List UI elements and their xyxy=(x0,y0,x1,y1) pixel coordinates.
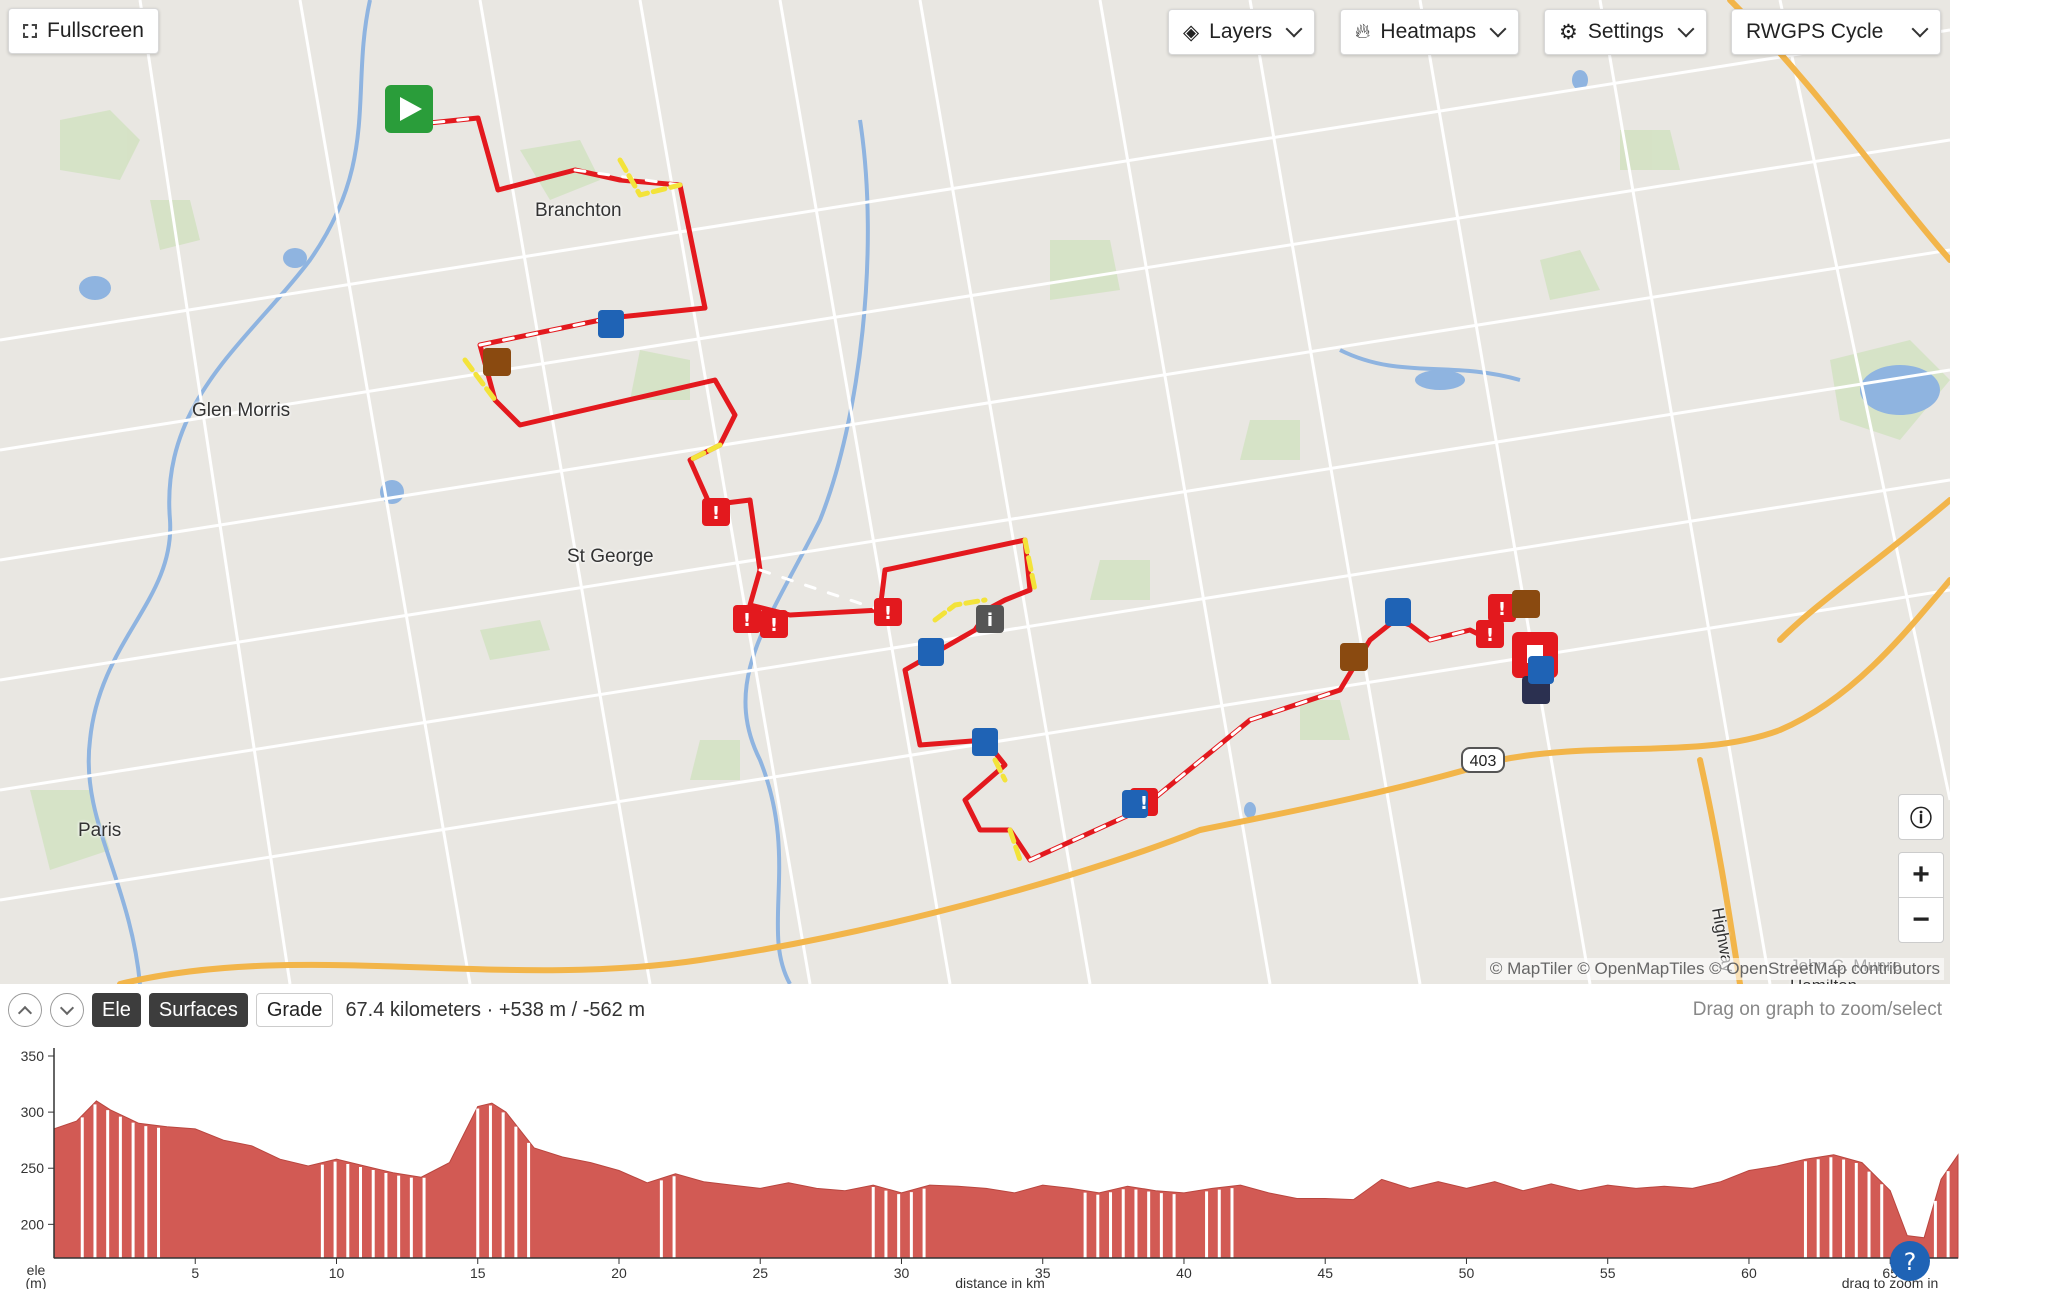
poi-marker xyxy=(598,310,624,338)
y-tick-label: 300 xyxy=(21,1104,45,1120)
place-label: Branchton xyxy=(535,200,622,221)
place-label: St George xyxy=(567,546,654,567)
y-tick-label: 250 xyxy=(21,1160,45,1176)
settings-button[interactable]: ⚙ Settings xyxy=(1544,9,1707,55)
x-axis-label: distance in km xyxy=(955,1275,1044,1289)
y-tick-label: 350 xyxy=(21,1048,45,1064)
map-style-label: RWGPS Cycle xyxy=(1746,20,1884,43)
expand-up-button[interactable] xyxy=(8,993,42,1027)
help-button[interactable]: ? xyxy=(1890,1241,1930,1281)
graph-hint: Drag on graph to zoom/select xyxy=(1692,999,1942,1020)
svg-text:!: ! xyxy=(1486,625,1494,646)
fullscreen-label: Fullscreen xyxy=(47,19,144,42)
collapse-down-button[interactable] xyxy=(50,993,84,1027)
svg-text:i: i xyxy=(987,610,993,631)
y-axis-label: ele (m) xyxy=(26,1262,47,1289)
svg-text:!: ! xyxy=(884,603,892,624)
chevron-up-icon xyxy=(17,1005,33,1020)
svg-text:!: ! xyxy=(1140,793,1148,814)
x-tick-label: 45 xyxy=(1317,1265,1333,1281)
x-axis-hint: drag to zoom in xyxy=(1842,1275,1939,1289)
elevation-area xyxy=(53,1100,1959,1259)
chevron-down-icon xyxy=(1489,20,1507,38)
elevation-chart[interactable]: 2002503003505 10 15 20 25 30 35 40 45 50 55 60 65 el… xyxy=(0,1030,1960,1289)
poi-marker xyxy=(1528,656,1554,684)
poi-marker xyxy=(972,728,998,756)
place-label: Glen Morris xyxy=(192,400,291,421)
x-tick-label: 30 xyxy=(894,1265,910,1281)
highway-shield: 403 xyxy=(1461,747,1505,773)
svg-text:!: ! xyxy=(770,615,778,636)
summit-marker xyxy=(483,348,511,376)
poi-marker xyxy=(1385,598,1411,626)
highway-shield-text: 403 xyxy=(1470,753,1497,770)
chevron-down-icon xyxy=(1677,20,1695,38)
x-tick-label: 20 xyxy=(611,1265,627,1281)
start-marker[interactable] xyxy=(385,85,433,133)
tab-ele[interactable]: Ele xyxy=(92,993,141,1027)
map-style-select[interactable]: RWGPS Cycle xyxy=(1731,9,1941,55)
zoom-in-button[interactable]: + xyxy=(1898,852,1944,898)
svg-text:!: ! xyxy=(712,503,720,524)
x-tick-label: 10 xyxy=(329,1265,345,1281)
fullscreen-icon xyxy=(23,24,37,38)
route-summary: 67.4 kilometers · +538 m / -562 m xyxy=(345,998,646,1021)
chevron-down-icon xyxy=(59,1000,75,1015)
layers-icon: ◈ xyxy=(1183,20,1200,44)
x-tick-label: 50 xyxy=(1459,1265,1475,1281)
heatmaps-label: Heatmaps xyxy=(1380,20,1477,43)
chevron-down-icon xyxy=(1911,20,1929,38)
place-label: Paris xyxy=(78,820,122,841)
x-tick-label: 5 xyxy=(191,1265,199,1281)
x-tick-label: 25 xyxy=(752,1265,768,1281)
map-canvas[interactable]: !! !!!!! i 403 xyxy=(0,0,1950,984)
gear-icon: ⚙ xyxy=(1559,20,1578,44)
poi-marker xyxy=(918,638,944,666)
map-info-icon: ⓘ xyxy=(1909,806,1932,831)
zoom-out-button[interactable]: − xyxy=(1898,897,1944,943)
map-view[interactable]: !!!!!!! i 403 Fullscreen ◈ Layers 🔥︎ Heat… xyxy=(0,0,1950,984)
layers-button[interactable]: ◈ Layers xyxy=(1168,9,1316,55)
svg-text:!: ! xyxy=(743,610,751,631)
camera-marker xyxy=(1340,643,1368,671)
tab-surfaces[interactable]: Surfaces xyxy=(148,993,248,1027)
svg-text:!: ! xyxy=(1498,599,1506,620)
map-attribution: © MapTiler © OpenMapTiles © OpenStreetMa… xyxy=(1485,958,1944,980)
x-tick-label: 40 xyxy=(1176,1265,1192,1281)
flame-icon: 🔥︎ xyxy=(1355,20,1371,43)
elevation-toolbar: Ele Surfaces Grade 67.4 kilometers · +53… xyxy=(0,990,1950,1030)
y-tick-label: 200 xyxy=(21,1216,45,1232)
x-tick-label: 60 xyxy=(1741,1265,1757,1281)
tab-grade[interactable]: Grade xyxy=(255,993,334,1027)
heatmaps-button[interactable]: 🔥︎ Heatmaps xyxy=(1340,9,1520,55)
sign-marker xyxy=(1512,590,1540,618)
x-tick-label: 15 xyxy=(470,1265,486,1281)
fullscreen-button[interactable]: Fullscreen xyxy=(8,8,159,54)
chevron-down-icon xyxy=(1285,20,1303,38)
x-tick-label: 55 xyxy=(1600,1265,1616,1281)
help-icon: ? xyxy=(1904,1248,1917,1276)
settings-label: Settings xyxy=(1587,20,1664,43)
map-info-button[interactable]: ⓘ xyxy=(1898,794,1944,840)
layers-label: Layers xyxy=(1209,20,1273,43)
route-line[interactable] xyxy=(407,115,1523,863)
